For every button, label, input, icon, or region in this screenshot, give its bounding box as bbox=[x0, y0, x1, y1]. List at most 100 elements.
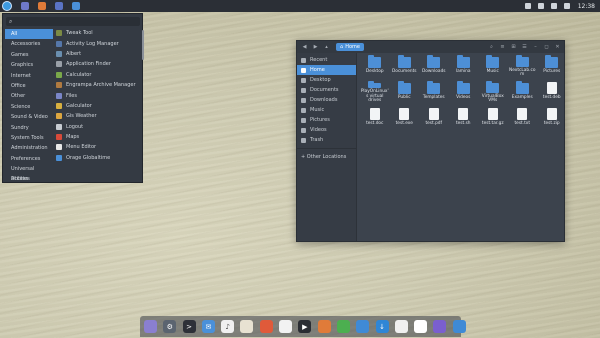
notification-icon[interactable] bbox=[563, 3, 570, 9]
files-launcher-icon[interactable] bbox=[21, 2, 29, 10]
sidebar-item-home[interactable]: Home bbox=[297, 65, 356, 75]
music-dock-icon[interactable]: ♪ bbox=[221, 320, 235, 333]
category-item[interactable]: Utilities bbox=[5, 174, 53, 184]
sidebar-item-other-locations[interactable]: + Other Locations bbox=[297, 152, 356, 162]
text-editor-dock-icon[interactable] bbox=[317, 320, 331, 333]
document-dock-icon[interactable] bbox=[356, 320, 370, 333]
category-item[interactable]: Universal Access bbox=[5, 164, 53, 182]
image-viewer-dock-icon[interactable] bbox=[259, 320, 273, 333]
folder-item[interactable]: Templates bbox=[419, 81, 449, 104]
app-item[interactable]: Maps bbox=[56, 132, 141, 142]
notes-dock-icon[interactable] bbox=[394, 320, 408, 333]
sidebar-item-music[interactable]: Music bbox=[297, 105, 356, 115]
software-dock-icon[interactable] bbox=[433, 320, 447, 333]
app-item[interactable]: Calculator bbox=[56, 70, 141, 80]
view-grid-icon[interactable]: ⊞ bbox=[510, 44, 517, 51]
file-item[interactable]: test.doc bbox=[360, 107, 390, 130]
category-item[interactable]: Other bbox=[5, 91, 53, 101]
folder-item[interactable]: Downloads bbox=[419, 55, 449, 78]
folder-item[interactable]: Music bbox=[478, 55, 508, 78]
category-item[interactable]: All bbox=[5, 29, 53, 40]
sidebar-item-downloads[interactable]: Downloads bbox=[297, 95, 356, 105]
folder-item[interactable]: VirtualBox VMs bbox=[478, 81, 508, 104]
file-item[interactable]: test.pdf bbox=[419, 107, 449, 130]
folder-item[interactable]: Documents bbox=[390, 55, 420, 78]
volume-icon[interactable] bbox=[537, 3, 544, 9]
sidebar-item-label: Pictures bbox=[310, 117, 330, 123]
sidebar-item-documents[interactable]: Documents bbox=[297, 85, 356, 95]
maximize-icon[interactable]: ◻ bbox=[543, 44, 550, 51]
folder-item[interactable]: Pictures bbox=[537, 55, 567, 78]
video-player-dock-icon[interactable]: ▶ bbox=[298, 320, 312, 333]
category-item[interactable]: Internet bbox=[5, 71, 53, 81]
sidebar-item-desktop[interactable]: Desktop bbox=[297, 75, 356, 85]
app-item[interactable]: Application Finder bbox=[56, 59, 141, 69]
app-launcher-icon-3[interactable] bbox=[55, 2, 63, 10]
mail-dock-icon[interactable]: ✉ bbox=[201, 320, 215, 333]
app-item[interactable]: Menu Editor bbox=[56, 142, 141, 152]
folder-item[interactable]: Desktop bbox=[360, 55, 390, 78]
forward-icon[interactable]: ▶ bbox=[312, 44, 319, 51]
app-item[interactable]: Activity Log Manager bbox=[56, 38, 141, 48]
file-item[interactable]: test.sh bbox=[449, 107, 479, 130]
category-item[interactable]: Preferences bbox=[5, 154, 53, 164]
settings-dock-icon[interactable]: ⚙ bbox=[163, 320, 177, 333]
folder-item[interactable]: Public bbox=[390, 81, 420, 104]
photos-dock-icon[interactable] bbox=[240, 320, 254, 333]
up-icon[interactable]: ▴ bbox=[323, 44, 330, 51]
file-item[interactable]: test.deb bbox=[537, 81, 567, 104]
category-item[interactable]: Sundry bbox=[5, 123, 53, 133]
app-item[interactable]: Gis Weather bbox=[56, 111, 141, 121]
battery-icon[interactable] bbox=[550, 3, 557, 9]
menu-search-input[interactable]: ⌕ bbox=[6, 17, 140, 26]
app-item[interactable]: Engrampa Archive Manager bbox=[56, 80, 141, 90]
category-item[interactable]: Sound & Video bbox=[5, 112, 53, 122]
files-dock-icon[interactable] bbox=[144, 320, 157, 333]
app-launcher-icon-4[interactable] bbox=[72, 2, 80, 10]
sidebar-item-pictures[interactable]: Pictures bbox=[297, 115, 356, 125]
folder-item[interactable]: NextcLab.com bbox=[508, 55, 538, 78]
download-dock-icon[interactable]: ↓ bbox=[375, 320, 389, 333]
clock-dock-icon[interactable] bbox=[414, 320, 428, 333]
category-item[interactable]: Science bbox=[5, 102, 53, 112]
app-item[interactable]: Files bbox=[56, 90, 141, 100]
app-item[interactable]: Tweak Tool bbox=[56, 28, 141, 38]
network-icon[interactable] bbox=[524, 3, 531, 9]
minimize-icon[interactable]: – bbox=[532, 44, 539, 51]
category-item[interactable]: Accessories bbox=[5, 39, 53, 49]
folder-item[interactable]: Examples bbox=[508, 81, 538, 104]
menu-icon[interactable]: ☰ bbox=[521, 44, 528, 51]
calendar-dock-icon[interactable] bbox=[279, 320, 293, 333]
app-item[interactable]: Albert bbox=[56, 49, 141, 59]
screen-dock-icon[interactable] bbox=[452, 320, 466, 333]
file-item[interactable]: test.exe bbox=[390, 107, 420, 130]
app-item[interactable]: Orage Globaltime bbox=[56, 153, 141, 163]
sidebar-item-trash[interactable]: Trash bbox=[297, 135, 356, 145]
category-item[interactable]: Administration bbox=[5, 143, 53, 153]
app-list-scrollbar[interactable] bbox=[142, 30, 144, 60]
folder-item[interactable]: Videos bbox=[449, 81, 479, 104]
search-icon[interactable]: ⌕ bbox=[488, 44, 495, 51]
terminal-launcher-icon[interactable] bbox=[38, 2, 46, 10]
file-item[interactable]: test.zip bbox=[537, 107, 567, 130]
location-breadcrumb[interactable]: ⌂ Home bbox=[336, 43, 364, 51]
category-item[interactable]: Office bbox=[5, 81, 53, 91]
view-list-icon[interactable]: ≡ bbox=[499, 44, 506, 51]
file-item[interactable]: test.txt bbox=[508, 107, 538, 130]
folder-item[interactable]: PlayOnLinux's virtual drives bbox=[360, 80, 390, 104]
file-item[interactable]: test.tar.gz bbox=[478, 107, 508, 130]
app-menu-launcher-icon[interactable] bbox=[2, 1, 12, 11]
category-item[interactable]: System Tools bbox=[5, 133, 53, 143]
sidebar-item-recent[interactable]: Recent bbox=[297, 55, 356, 65]
folder-item[interactable]: lamina bbox=[449, 55, 479, 78]
app-item[interactable]: Logout bbox=[56, 122, 141, 132]
close-icon[interactable]: ✕ bbox=[554, 44, 561, 51]
back-icon[interactable]: ◀ bbox=[301, 44, 308, 51]
spreadsheet-dock-icon[interactable] bbox=[336, 320, 350, 333]
sidebar-item-videos[interactable]: Videos bbox=[297, 125, 356, 135]
terminal-dock-icon[interactable]: > bbox=[182, 320, 196, 333]
category-item[interactable]: Games bbox=[5, 50, 53, 60]
category-item[interactable]: Graphics bbox=[5, 60, 53, 70]
app-item[interactable]: Galculator bbox=[56, 101, 141, 111]
clock[interactable]: 12:38 bbox=[578, 3, 595, 10]
